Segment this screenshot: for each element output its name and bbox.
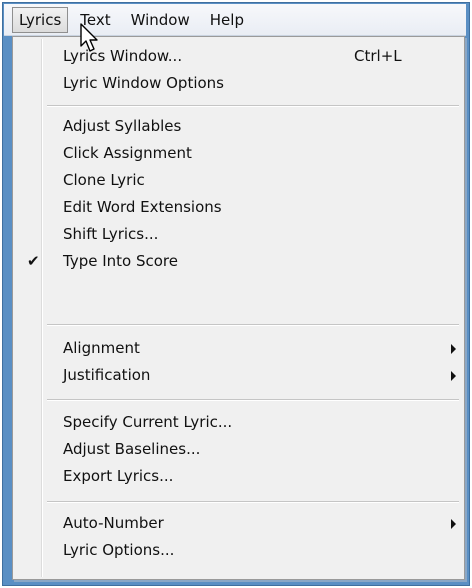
menu-item-label: Lyric Options... (63, 541, 175, 559)
menu-item-label: Export Lyrics... (63, 467, 174, 485)
menu-item-label: Lyric Window Options (63, 74, 224, 92)
menu-separator (47, 105, 459, 107)
menu-item-alignment[interactable]: Alignment (13, 335, 464, 362)
menu-item-lyric-window-options[interactable]: Lyric Window Options (13, 70, 464, 97)
menu-item-label: Edit Word Extensions (63, 198, 222, 216)
menu-item-click-assignment[interactable]: Click Assignment (13, 140, 464, 167)
menu-item-type-into-score[interactable]: ✔ Type Into Score (13, 248, 464, 275)
menu-bar: Lyrics Text Window Help (4, 4, 466, 36)
lyrics-dropdown-menu: Lyrics Window... Ctrl+L Lyric Window Opt… (12, 36, 465, 580)
menu-item-label: Adjust Syllables (63, 117, 182, 135)
menu-separator (47, 501, 459, 503)
menu-item-label: Auto-Number (63, 514, 164, 532)
menu-window[interactable]: Window (123, 8, 198, 32)
menu-item-specify-current-lyric[interactable]: Specify Current Lyric... (13, 409, 464, 436)
menu-separator (47, 399, 459, 401)
submenu-arrow-icon (451, 519, 456, 529)
menu-item-adjust-syllables[interactable]: Adjust Syllables (13, 113, 464, 140)
menu-item-clone-lyric[interactable]: Clone Lyric (13, 167, 464, 194)
menu-item-edit-word-extensions[interactable]: Edit Word Extensions (13, 194, 464, 221)
submenu-arrow-icon (451, 371, 456, 381)
menu-item-label: Click Assignment (63, 144, 192, 162)
menu-item-auto-number[interactable]: Auto-Number (13, 510, 464, 537)
shortcut-label: Ctrl+L (354, 47, 402, 65)
menu-item-label: Specify Current Lyric... (63, 413, 233, 431)
menu-item-shift-lyrics[interactable]: Shift Lyrics... (13, 221, 464, 248)
menu-item-export-lyrics[interactable]: Export Lyrics... (13, 463, 464, 490)
menu-item-label: Clone Lyric (63, 171, 145, 189)
menu-item-label: Alignment (63, 339, 140, 357)
menu-item-label: Type Into Score (63, 252, 178, 270)
menu-item-label: Adjust Baselines... (63, 440, 201, 458)
menu-item-label: Shift Lyrics... (63, 225, 159, 243)
menu-item-label: Justification (63, 366, 151, 384)
menu-item-adjust-baselines[interactable]: Adjust Baselines... (13, 436, 464, 463)
menu-lyrics[interactable]: Lyrics (12, 6, 69, 33)
menu-item-lyric-options[interactable]: Lyric Options... (13, 537, 464, 564)
pointer-cursor-icon (80, 23, 98, 52)
menu-help[interactable]: Help (202, 8, 252, 32)
checkmark-icon: ✔ (27, 252, 40, 270)
menu-item-justification[interactable]: Justification (13, 362, 464, 389)
menu-separator (47, 324, 459, 326)
submenu-arrow-icon (451, 344, 456, 354)
